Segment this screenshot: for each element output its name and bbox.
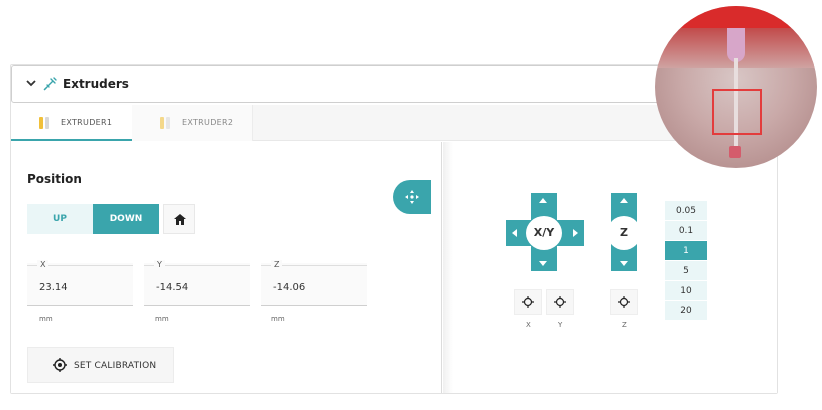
y-plus-arrow[interactable] bbox=[539, 198, 547, 203]
target-icon bbox=[554, 296, 566, 308]
center-y-button[interactable] bbox=[546, 289, 574, 315]
target-icon bbox=[522, 296, 534, 308]
x-position-field[interactable]: X 23.14 bbox=[27, 260, 133, 306]
x-plus-arrow[interactable] bbox=[573, 229, 578, 237]
center-x-button[interactable] bbox=[514, 289, 542, 315]
step-option[interactable]: 0.1 bbox=[665, 221, 707, 241]
center-x-label: X bbox=[526, 321, 531, 329]
step-option[interactable]: 0.05 bbox=[665, 201, 707, 221]
y-field-value: -14.54 bbox=[156, 282, 189, 293]
x-minus-arrow[interactable] bbox=[512, 229, 517, 237]
step-option[interactable]: 5 bbox=[665, 261, 707, 281]
position-section: Position UP DOWN X 23.14 Y -14.54 Z -14.… bbox=[11, 142, 441, 393]
step-option[interactable]: 20 bbox=[665, 301, 707, 321]
z-position-field[interactable]: Z -14.06 bbox=[261, 260, 367, 306]
tab-label: EXTRUDER2 bbox=[182, 118, 234, 127]
y-position-field[interactable]: Y -14.54 bbox=[144, 260, 250, 306]
home-icon bbox=[174, 214, 186, 225]
chevron-down-icon[interactable] bbox=[24, 76, 38, 90]
extruder-icon bbox=[160, 117, 170, 129]
step-option[interactable]: 10 bbox=[665, 281, 707, 301]
z-plus-arrow[interactable] bbox=[620, 198, 628, 203]
z-field-value: -14.06 bbox=[273, 282, 306, 293]
z-jog-center[interactable]: Z bbox=[607, 216, 641, 250]
home-button[interactable] bbox=[163, 204, 195, 234]
xy-jog-center[interactable]: X/Y bbox=[526, 216, 562, 250]
crosshair-icon bbox=[53, 358, 67, 372]
nozzle-image bbox=[727, 28, 745, 62]
x-unit: mm bbox=[39, 315, 53, 323]
up-button[interactable]: UP bbox=[27, 204, 93, 234]
y-minus-arrow[interactable] bbox=[539, 261, 547, 266]
z-unit: mm bbox=[271, 315, 285, 323]
camera-target-box bbox=[712, 89, 762, 135]
tab-label: EXTRUDER1 bbox=[61, 118, 113, 127]
tab-extruder2[interactable]: EXTRUDER2 bbox=[132, 105, 253, 141]
center-z-button[interactable] bbox=[610, 289, 638, 315]
step-size-selector: 0.05 0.1 1 5 10 20 bbox=[665, 201, 707, 321]
camera-preview[interactable] bbox=[655, 6, 817, 168]
x-field-value: 23.14 bbox=[39, 282, 68, 293]
tab-extruder1[interactable]: EXTRUDER1 bbox=[11, 105, 132, 141]
y-field-label: Y bbox=[154, 260, 165, 269]
center-y-label: Y bbox=[558, 321, 563, 329]
set-calibration-button[interactable]: SET CALIBRATION bbox=[27, 347, 174, 383]
down-button[interactable]: DOWN bbox=[93, 204, 159, 234]
syringe-icon bbox=[43, 77, 57, 91]
target-icon bbox=[618, 296, 630, 308]
z-minus-arrow[interactable] bbox=[620, 261, 628, 266]
move-arrows-icon bbox=[405, 190, 419, 204]
z-field-label: Z bbox=[271, 260, 283, 269]
x-field-label: X bbox=[37, 260, 49, 269]
jog-panel-toggle[interactable] bbox=[393, 180, 431, 214]
panel-title: Extruders bbox=[63, 77, 129, 91]
y-unit: mm bbox=[155, 315, 169, 323]
set-calibration-label: SET CALIBRATION bbox=[74, 361, 157, 371]
jog-controls-section bbox=[441, 142, 777, 393]
step-option-selected[interactable]: 1 bbox=[665, 241, 707, 261]
extruder-icon bbox=[39, 117, 49, 129]
position-title: Position bbox=[27, 172, 82, 186]
center-z-label: Z bbox=[622, 321, 627, 329]
